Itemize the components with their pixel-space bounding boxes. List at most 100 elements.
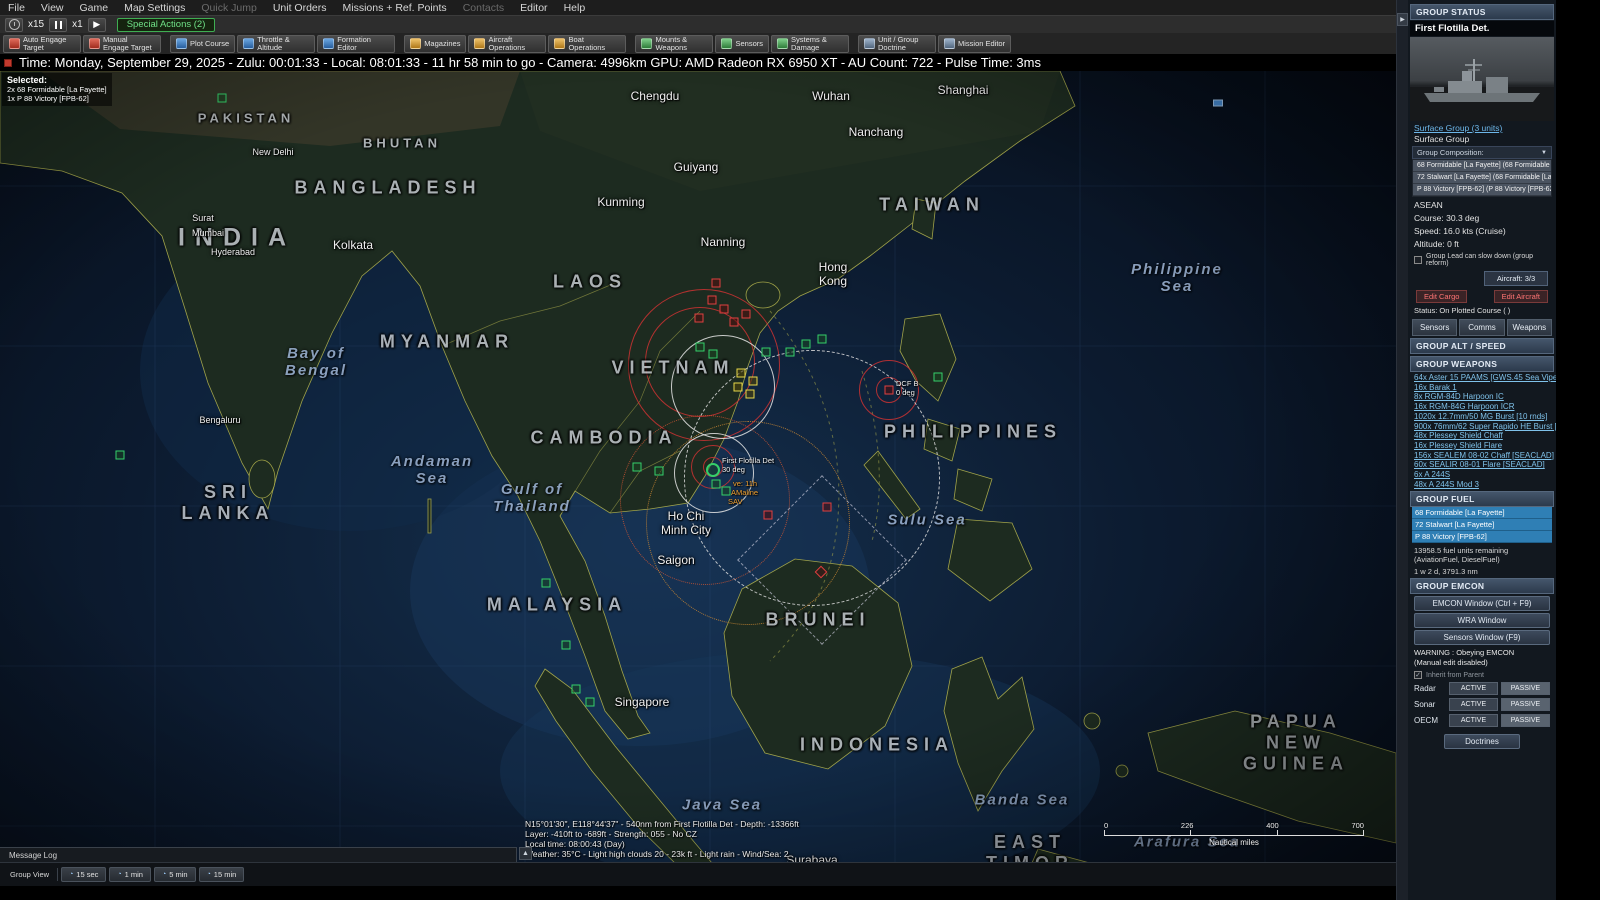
surface-group-link[interactable]: Surface Group (3 units) [1414, 123, 1550, 133]
group-weapons-header[interactable]: GROUP WEAPONS [1410, 356, 1554, 372]
unit-symbol[interactable] [764, 511, 773, 520]
emcon-window-button[interactable]: Sensors Window (F9) [1414, 630, 1550, 645]
menu-item[interactable]: Unit Orders [265, 2, 335, 14]
map-canvas[interactable]: PAKISTANBHUTANBANGLADESHINDIAMYANMARLAOS… [0, 71, 1396, 886]
toolbar-button[interactable]: Mission Editor [938, 35, 1011, 53]
composition-row[interactable]: P 88 Victory [FPB-62] (P 88 Victory [FPB… [1413, 184, 1551, 196]
sensor-passive-button[interactable]: PASSIVE [1501, 714, 1550, 727]
weapon-record-link[interactable]: 16x Plessey Shield Flare [1408, 441, 1556, 451]
toolbar-button[interactable]: Mounts & Weapons [635, 35, 713, 53]
unit-symbol[interactable] [730, 318, 739, 327]
unit-symbol[interactable] [712, 279, 721, 288]
weapon-record-link[interactable]: 156x SEALEM 08-02 Chaff [SEACLAD] [1408, 451, 1556, 461]
unit-symbol[interactable] [722, 487, 731, 496]
unit-symbol[interactable] [633, 463, 642, 472]
unit-symbol[interactable] [823, 503, 832, 512]
unit-symbol[interactable] [934, 373, 943, 382]
unit-symbol[interactable] [572, 685, 581, 694]
inherit-from-parent-checkbox[interactable]: ✓ [1414, 671, 1422, 679]
weapon-record-link[interactable]: 16x Barak 1 [1408, 383, 1556, 393]
unit-window-tab[interactable]: Weapons [1507, 319, 1552, 336]
unit-symbol[interactable] [742, 310, 751, 319]
weapon-record-link[interactable]: 16x RGM-84G Harpoon ICR [1408, 402, 1556, 412]
group-emcon-header[interactable]: GROUP EMCON [1410, 578, 1554, 594]
unit-symbol[interactable] [562, 641, 571, 650]
toolbar-button[interactable]: Magazines [404, 35, 466, 53]
menu-item[interactable]: Missions + Ref. Points [335, 2, 455, 14]
message-log-bar[interactable]: Message Log [0, 847, 517, 862]
sensor-active-button[interactable]: ACTIVE [1449, 714, 1498, 727]
unit-symbol[interactable] [586, 698, 595, 707]
unit-symbol[interactable] [802, 340, 811, 349]
unit-symbol[interactable] [655, 467, 664, 476]
unit-symbol[interactable] [734, 383, 743, 392]
time-step-button[interactable]: ◔ 15 sec [61, 867, 106, 882]
unit-symbol[interactable] [696, 343, 705, 352]
toolbar-button[interactable]: Manual Engage Target [83, 35, 161, 53]
toolbar-button[interactable]: Unit / Group Doctrine [858, 35, 936, 53]
fuel-unit-row[interactable]: 72 Stalwart [La Fayette] [1412, 519, 1552, 531]
toolbar-button[interactable]: Plot Course [170, 35, 235, 53]
unit-symbol[interactable] [695, 314, 704, 323]
unit-symbol[interactable] [708, 296, 717, 305]
panel-collapse-button[interactable]: ▶ [1397, 13, 1408, 26]
weapon-record-link[interactable]: 60x SEALIR 08-01 Flare [SEACLAD] [1408, 460, 1556, 470]
unit-symbol[interactable] [818, 335, 827, 344]
unit-symbol[interactable] [720, 305, 729, 314]
toolbar-button[interactable]: Sensors [715, 35, 769, 53]
time-step-button[interactable]: ◔ 5 min [154, 867, 196, 882]
sensor-passive-button[interactable]: PASSIVE [1501, 698, 1550, 711]
sensor-active-button[interactable]: ACTIVE [1449, 698, 1498, 711]
panel-scrollbar[interactable] [1396, 0, 1408, 900]
group-fuel-header[interactable]: GROUP FUEL [1410, 491, 1554, 507]
time-step-button[interactable]: ◔ 1 min [109, 867, 151, 882]
composition-row[interactable]: 68 Formidable [La Fayette] (68 Formidabl… [1413, 160, 1551, 172]
sensor-passive-button[interactable]: PASSIVE [1501, 682, 1550, 695]
toolbar-button[interactable]: Formation Editor [317, 35, 395, 53]
emcon-window-button[interactable]: EMCON Window (Ctrl + F9) [1414, 596, 1550, 611]
toolbar-button[interactable]: Auto Engage Target [3, 35, 81, 53]
unit-symbol[interactable] [746, 390, 755, 399]
sensor-active-button[interactable]: ACTIVE [1449, 682, 1498, 695]
unit-symbol[interactable] [749, 377, 758, 386]
weapon-record-link[interactable]: 8x RGM-84D Harpoon IC [1408, 392, 1556, 402]
toolbar-button[interactable]: Throttle & Altitude [237, 35, 315, 53]
menu-item[interactable]: Contacts [455, 2, 512, 14]
unit-symbol[interactable] [542, 579, 551, 588]
menu-item[interactable]: Game [72, 2, 117, 14]
composition-row[interactable]: 72 Stalwart [La Fayette] (68 Formidable … [1413, 172, 1551, 184]
unit-symbol[interactable] [706, 463, 720, 477]
weapon-record-link[interactable]: 900x 76mm/62 Super Rapido HE Burst [2 rn… [1408, 422, 1556, 432]
view-mode-selector[interactable]: Group View [4, 868, 58, 881]
menu-item[interactable]: View [33, 2, 72, 14]
unit-symbol[interactable] [762, 348, 771, 357]
unit-symbol[interactable] [116, 451, 125, 460]
menu-item[interactable]: File [0, 2, 33, 14]
unit-symbol[interactable] [218, 94, 227, 103]
toolbar-button[interactable]: Systems & Damage [771, 35, 849, 53]
group-reform-checkbox[interactable] [1414, 256, 1422, 264]
pause-button[interactable] [49, 18, 67, 32]
unit-symbol[interactable] [712, 480, 721, 489]
unit-symbol[interactable] [1213, 100, 1223, 107]
weapon-record-link[interactable]: 48x Plessey Shield Chaff [1408, 431, 1556, 441]
special-actions-button[interactable]: Special Actions (2) [117, 18, 216, 32]
edit-cargo-button[interactable]: Edit Cargo [1416, 290, 1467, 303]
toolbar-button[interactable]: Aircraft Operations [468, 35, 546, 53]
unit-window-tab[interactable]: Sensors [1412, 319, 1457, 336]
weapon-record-link[interactable]: 1020x 12.7mm/50 MG Burst [10 rnds] [1408, 412, 1556, 422]
menu-item[interactable]: Editor [512, 2, 555, 14]
unit-window-tab[interactable]: Comms [1459, 319, 1504, 336]
menu-item[interactable]: Help [556, 2, 594, 14]
weapon-record-link[interactable]: 48x A 244S Mod 3 [1408, 480, 1556, 490]
time-step-button[interactable]: ◔ 15 min [199, 867, 245, 882]
weapon-record-link[interactable]: 64x Aster 15 PAAMS [GWS.45 Sea Viper] [1408, 373, 1556, 383]
unit-symbol[interactable] [737, 369, 746, 378]
menu-item[interactable]: Quick Jump [193, 2, 264, 14]
play-button[interactable]: ▶ [88, 18, 106, 32]
fuel-unit-row[interactable]: 68 Formidable [La Fayette] [1412, 507, 1552, 519]
emcon-window-button[interactable]: WRA Window [1414, 613, 1550, 628]
group-alt-speed-header[interactable]: GROUP ALT / SPEED [1410, 338, 1554, 354]
menu-item[interactable]: Map Settings [116, 2, 193, 14]
fuel-unit-row[interactable]: P 88 Victory [FPB-62] [1412, 531, 1552, 543]
